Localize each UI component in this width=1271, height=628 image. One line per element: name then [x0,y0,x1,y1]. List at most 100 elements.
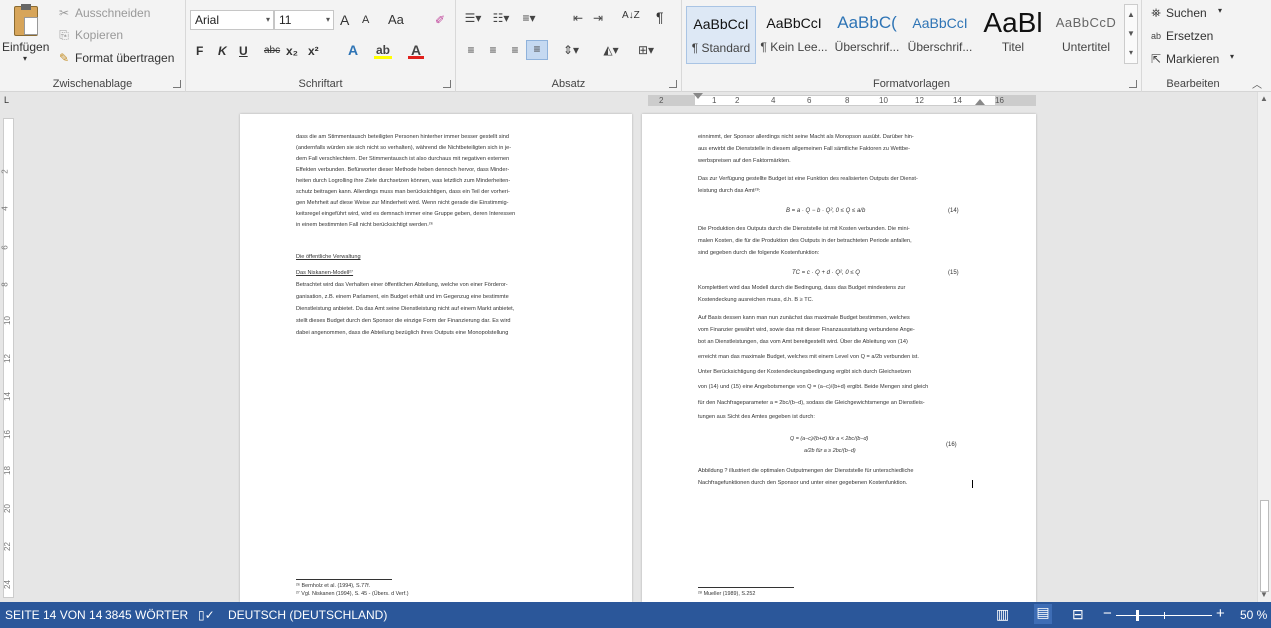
dialog-launcher-icon[interactable] [669,80,677,88]
replace-button[interactable]: ab Ersetzen [1148,27,1238,45]
equation-number: (16) [946,442,957,448]
highlight-icon[interactable]: ab [374,42,392,59]
align-left-icon[interactable]: ≡ [462,42,480,58]
grow-font-button[interactable]: A [340,12,349,28]
body-line: Das zur Verfügung gestellte Budget ist e… [698,176,918,182]
body-line: tungen aus Sicht des Amtes gegeben ist d… [698,414,815,420]
scroll-up-icon[interactable]: ▲ [1260,94,1268,103]
increase-indent-icon[interactable]: ⇥ [590,10,606,26]
bold-button[interactable]: F [196,44,203,58]
proofing-icon[interactable]: ▯✓ [198,608,215,622]
decrease-indent-icon[interactable]: ⇤ [570,10,586,26]
indent-marker-icon[interactable] [693,93,703,99]
underline-button[interactable]: U [239,44,248,58]
text-cursor [972,480,973,488]
body-line: (andernfalls würden sie sich nicht so ve… [296,145,512,151]
paste-button[interactable]: Einfügen ▾ [2,4,52,68]
dialog-launcher-icon[interactable] [1129,80,1137,88]
font-size-value: 11 [279,13,292,27]
styles-scroll[interactable]: ▲ ▼ ▾ [1124,4,1138,64]
subsection-heading: Das Niskanen-Modell²⁷ [296,270,354,276]
body-line: erreicht man das maximale Budget, welche… [698,354,919,360]
shrink-font-button[interactable]: A [362,14,369,26]
clear-formatting-icon[interactable]: ✐ [432,12,448,28]
zoom-level[interactable]: 50 % [1240,608,1267,622]
style-preview: AaBbCcI [693,16,749,32]
cut-button[interactable]: ✂ Ausschneiden [56,4,176,22]
collapse-ribbon-icon[interactable]: ︿ [1252,76,1262,91]
justify-icon[interactable]: ≡ [526,40,548,60]
body-line: dass die am Stimmentausch beteiligten Pe… [296,134,509,140]
italic-button[interactable]: K [218,44,227,58]
vruler-tick-label: 24 [2,580,12,589]
scroll-thumb[interactable] [1260,500,1269,592]
print-layout-icon[interactable]: ▤ [1034,604,1052,624]
web-layout-icon[interactable]: ⊟ [1072,606,1084,623]
font-group: Arial ▾ 11 ▾ A A Aa ✐ F K U abc x₂ x² A … [186,0,456,92]
style-subtitle[interactable]: AaBbCcD Untertitel [1051,6,1121,64]
body-line: Nachfragefunktionen durch den Sponsor un… [698,480,908,486]
style-name: Überschrif... [834,40,900,54]
zoom-in-button[interactable]: + [1216,605,1225,622]
vruler-tick-label: 2 [0,169,10,174]
numbered-list-icon[interactable]: ☷▾ [490,10,512,26]
clipboard-group-label: Zwischenablage [52,78,133,90]
format-painter-button[interactable]: ✎ Format übertragen [56,49,180,67]
font-name-select[interactable]: Arial ▾ [190,10,274,30]
vertical-ruler[interactable]: 2 4 6 8 10 12 14 16 18 20 22 24 [0,108,18,602]
horizontal-ruler[interactable]: 2 1 2 4 6 8 10 12 14 16 [648,93,1036,106]
style-name: Untertitel [1061,40,1111,54]
page-count[interactable]: SEITE 14 VON 14 [5,608,102,622]
multilevel-list-icon[interactable]: ≡▾ [518,10,540,26]
subscript-button[interactable]: x₂ [286,44,298,58]
document-page-right[interactable]: einnimmt, der Sponsor allerdings nicht s… [642,114,1036,602]
dialog-launcher-icon[interactable] [443,80,451,88]
align-center-icon[interactable]: ≡ [484,42,502,58]
horizontal-ruler-bar: L 2 1 2 4 6 8 10 12 14 16 [0,92,1271,108]
footnote-separator [698,587,794,588]
scroll-down-icon[interactable]: ▼ [1260,590,1268,599]
style-heading-2[interactable]: AaBbCcI Überschrif... [905,6,975,64]
style-standard[interactable]: AaBbCcI ¶ Standard [686,6,756,64]
vertical-scrollbar[interactable]: ▲ ▼ [1257,92,1271,602]
find-button[interactable]: ⛯ Suchen ▾ [1148,4,1238,22]
shading-icon[interactable]: ◭▾ [600,42,622,58]
zoom-out-button[interactable]: − [1103,605,1112,622]
word-count[interactable]: 3845 WÖRTER [105,608,188,622]
read-mode-icon[interactable]: ▥ [996,606,1009,623]
equation-15: TC = c · Q + d · Q², 0 ≤ Q [792,270,860,276]
select-button[interactable]: ⇱ Markieren ▾ [1148,50,1238,68]
status-bar: SEITE 14 VON 14 3845 WÖRTER ▯✓ DEUTSCH (… [0,602,1271,628]
body-line: Abbildung ? illustriert die optimalen Ou… [698,468,914,474]
dialog-launcher-icon[interactable] [173,80,181,88]
copy-button[interactable]: ⎘ Kopieren [56,26,176,44]
language-indicator[interactable]: DEUTSCH (DEUTSCHLAND) [228,608,387,622]
zoom-slider[interactable] [1116,610,1212,621]
ruler-tick-label: 4 [771,96,776,105]
style-no-spacing[interactable]: AaBbCcI ¶ Kein Lee... [759,6,829,64]
borders-icon[interactable]: ⊞▾ [634,42,658,58]
line-spacing-icon[interactable]: ⇕▾ [560,42,582,58]
replace-icon: ab [1150,31,1161,41]
align-right-icon[interactable]: ≡ [506,42,524,58]
right-indent-marker-icon[interactable] [975,99,985,105]
change-case-button[interactable]: Aa [388,12,404,27]
tab-selector-icon[interactable]: L [4,95,14,105]
ruler-tick-label: 16 [995,96,1004,105]
zoom-slider-thumb[interactable] [1136,610,1139,621]
document-page-left[interactable]: dass die am Stimmentausch beteiligten Pe… [240,114,632,602]
font-size-select[interactable]: 11 ▾ [274,10,334,30]
ruler-tick-label: 1 [712,96,717,105]
strikethrough-button[interactable]: abc [264,45,280,56]
font-color-icon[interactable]: A [408,42,424,59]
sort-button[interactable]: A↓Z [622,10,640,21]
bullet-list-icon[interactable]: ☰▾ [462,10,484,26]
body-line: schutz beitragen kann. Allerdings muss m… [296,189,510,195]
style-title[interactable]: AaBl Titel [978,6,1048,64]
superscript-button[interactable]: x² [308,44,319,58]
ruler-tick-label: 14 [953,96,962,105]
style-heading-1[interactable]: AaBbC( Überschrif... [832,6,902,64]
text-effects-icon[interactable]: A [344,42,362,58]
vruler-tick-label: 16 [2,430,12,439]
show-formatting-button[interactable]: ¶ [656,9,664,25]
